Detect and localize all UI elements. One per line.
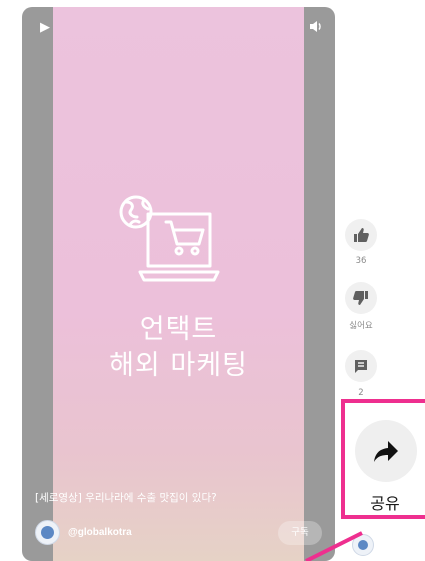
callout-pointer-line — [305, 531, 363, 561]
